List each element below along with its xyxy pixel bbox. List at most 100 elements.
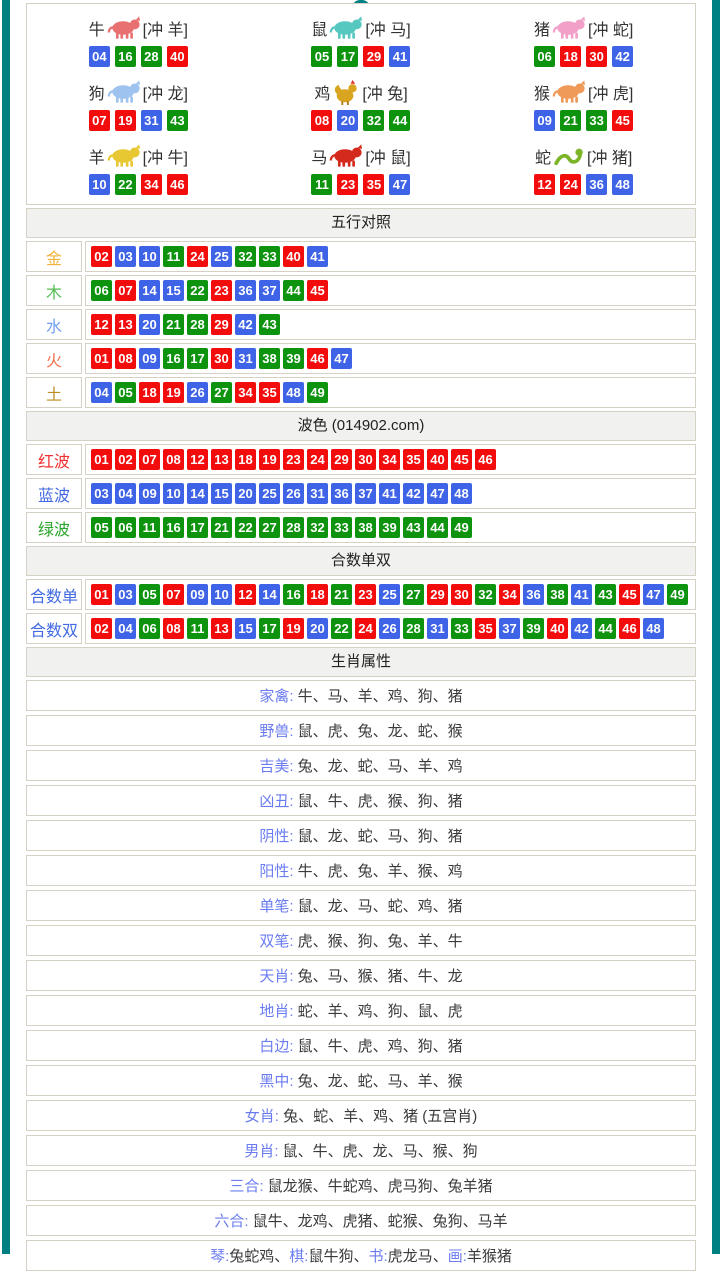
zodiac-cell-dog: 狗[冲 龙]07193143 xyxy=(27,77,250,131)
number-ball: 37 xyxy=(499,618,520,639)
row-label: 金 xyxy=(26,241,82,272)
art-text: 鼠牛狗 xyxy=(308,1245,353,1266)
number-ball: 41 xyxy=(307,246,328,267)
zodiac-title: 蛇[冲 猪] xyxy=(472,141,695,171)
number-ball: 21 xyxy=(163,314,184,335)
zodiac-title: 马[冲 鼠] xyxy=(250,141,473,171)
number-ball: 36 xyxy=(586,174,607,195)
number-ball: 31 xyxy=(427,618,448,639)
number-ball: 13 xyxy=(115,314,136,335)
section-header-sum-parity: 合数单双 xyxy=(26,546,696,576)
number-ball: 16 xyxy=(163,517,184,538)
number-ball: 13 xyxy=(211,618,232,639)
number-ball: 44 xyxy=(595,618,616,639)
number-ball: 24 xyxy=(307,449,328,470)
zodiac-name: 猴 xyxy=(534,80,550,104)
number-row: 水1213202128294243 xyxy=(26,309,696,340)
zodiac-cell-rooster: 鸡[冲 兔]08203244 xyxy=(250,77,473,131)
number-ball: 04 xyxy=(115,618,136,639)
row-label: 绿波 xyxy=(26,512,82,543)
number-ball: 40 xyxy=(283,246,304,267)
attribute-row: 黑中: 兔、龙、蛇、马、羊、猴 xyxy=(26,1065,696,1096)
number-ball: 45 xyxy=(612,110,633,131)
row-numbers: 0103050709101214161821232527293032343638… xyxy=(85,579,696,610)
number-ball: 12 xyxy=(534,174,555,195)
number-ball: 28 xyxy=(283,517,304,538)
right-teal-bar xyxy=(712,0,720,1254)
attribute-row: 三合: 鼠龙猴、牛蛇鸡、虎马狗、兔羊猪 xyxy=(26,1170,696,1201)
number-ball: 24 xyxy=(560,174,581,195)
zodiac-name: 鼠 xyxy=(311,16,327,40)
zodiac-numbers: 06183042 xyxy=(472,46,695,67)
zodiac-name: 狗 xyxy=(89,80,105,104)
zodiac-cell-pig: 猪[冲 蛇] 06183042 xyxy=(472,13,695,67)
number-ball: 05 xyxy=(139,584,160,605)
number-ball: 10 xyxy=(89,174,110,195)
number-ball: 26 xyxy=(187,382,208,403)
snake-icon xyxy=(553,145,585,167)
number-row: 红波0102070812131819232429303435404546 xyxy=(26,444,696,475)
zodiac-clash-label: [冲 兔] xyxy=(362,80,407,104)
number-ball: 10 xyxy=(211,584,232,605)
art-label: 画: xyxy=(448,1245,467,1266)
number-ball: 16 xyxy=(163,348,184,369)
art-text: 羊猴猪 xyxy=(467,1245,512,1266)
attribute-text: 鼠、牛、虎、猴、狗、猪 xyxy=(294,790,463,811)
number-ball: 10 xyxy=(139,246,160,267)
number-ball: 08 xyxy=(115,348,136,369)
number-ball: 14 xyxy=(187,483,208,504)
wave-colors-rows: 红波0102070812131819232429303435404546蓝波03… xyxy=(26,444,696,543)
number-ball: 46 xyxy=(475,449,496,470)
art-label: 琴: xyxy=(210,1245,229,1266)
number-ball: 40 xyxy=(427,449,448,470)
pig-icon xyxy=(552,16,586,40)
number-ball: 01 xyxy=(91,584,112,605)
attribute-label: 女肖: xyxy=(245,1105,279,1126)
number-ball: 45 xyxy=(451,449,472,470)
number-ball: 22 xyxy=(187,280,208,301)
number-ball: 29 xyxy=(331,449,352,470)
number-ball: 20 xyxy=(307,618,328,639)
number-ball: 06 xyxy=(115,517,136,538)
zodiac-title: 猪[冲 蛇] xyxy=(472,13,695,43)
zodiac-name: 蛇 xyxy=(535,144,551,168)
number-ball: 03 xyxy=(115,584,136,605)
number-ball: 46 xyxy=(307,348,328,369)
zodiac-cell-snake: 蛇[冲 猪]12243648 xyxy=(472,141,695,195)
row-label: 合数双 xyxy=(26,613,82,644)
zodiac-clash-label: [冲 鼠] xyxy=(365,144,410,168)
row-numbers: 0108091617303138394647 xyxy=(85,343,696,374)
attribute-label: 六合: xyxy=(214,1210,248,1231)
row-numbers: 0204060811131517192022242628313335373940… xyxy=(85,613,696,644)
number-ball: 06 xyxy=(91,280,112,301)
number-ball: 32 xyxy=(475,584,496,605)
number-ball: 32 xyxy=(235,246,256,267)
number-row: 金02031011242532334041 xyxy=(26,241,696,272)
number-ball: 15 xyxy=(235,618,256,639)
attribute-text: 鼠、牛、虎、龙、马、猴、狗 xyxy=(279,1140,478,1161)
attribute-text: 虎、猴、狗、兔、羊、牛 xyxy=(294,930,463,951)
number-ball: 38 xyxy=(355,517,376,538)
number-ball: 14 xyxy=(259,584,280,605)
row-numbers: 02031011242532334041 xyxy=(85,241,696,272)
number-ball: 28 xyxy=(403,618,424,639)
number-ball: 06 xyxy=(534,46,555,67)
number-ball: 29 xyxy=(211,314,232,335)
row-numbers: 1213202128294243 xyxy=(85,309,696,340)
zodiac-title: 猴[冲 虎] xyxy=(472,77,695,107)
number-ball: 47 xyxy=(427,483,448,504)
zodiac-numbers: 10223446 xyxy=(27,174,250,195)
number-ball: 11 xyxy=(139,517,160,538)
zodiac-name: 羊 xyxy=(89,144,105,168)
attribute-text: 兔、蛇、羊、鸡、猪 (五宫肖) xyxy=(279,1105,477,1126)
number-ball: 04 xyxy=(91,382,112,403)
attribute-label: 黑中: xyxy=(259,1070,293,1091)
number-ball: 46 xyxy=(619,618,640,639)
horse-icon xyxy=(329,144,363,168)
zodiac-numbers: 05172941 xyxy=(250,46,473,67)
number-ball: 48 xyxy=(283,382,304,403)
number-ball: 25 xyxy=(379,584,400,605)
attribute-label: 吉美: xyxy=(259,755,293,776)
number-ball: 15 xyxy=(163,280,184,301)
number-ball: 39 xyxy=(379,517,400,538)
